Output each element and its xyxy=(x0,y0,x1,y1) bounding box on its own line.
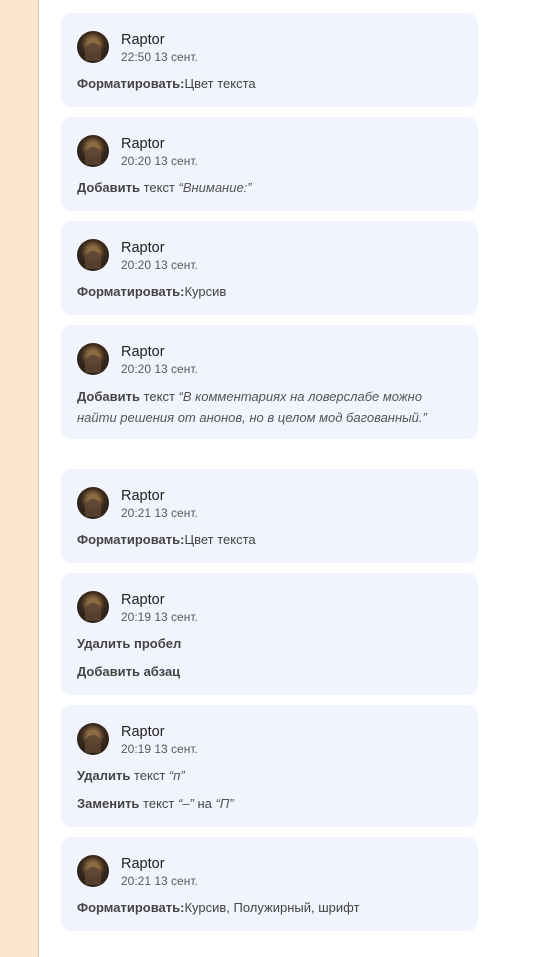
change-line: Добавить текст “Внимание:” xyxy=(77,178,462,198)
change-action: Удалить xyxy=(77,768,131,783)
change-action: Форматировать: xyxy=(77,532,185,547)
revision-card[interactable]: Raptor 20:21 13 сент. Форматировать:Цвет… xyxy=(61,469,478,563)
avatar xyxy=(77,723,109,755)
timestamp: 20:20 13 сент. xyxy=(121,258,198,272)
timestamp: 20:21 13 сент. xyxy=(121,506,198,520)
change-detail: Курсив xyxy=(184,284,227,299)
left-sidebar-strip xyxy=(0,0,39,957)
author-name: Raptor xyxy=(121,32,165,48)
change-action: Форматировать: xyxy=(77,76,185,91)
change-action: Форматировать: xyxy=(77,284,185,299)
author-name: Raptor xyxy=(121,488,165,504)
author-name: Raptor xyxy=(121,136,165,152)
change-action: Заменить xyxy=(77,796,140,811)
change-text-word: текст xyxy=(130,768,169,783)
timestamp: 20:21 13 сент. xyxy=(121,874,198,888)
change-text-word: текст xyxy=(139,389,179,404)
change-text-word: текст xyxy=(139,796,178,811)
change-line: Форматировать:Курсив xyxy=(77,282,462,302)
revision-card[interactable]: Raptor 20:19 13 сент. Удалить пробел Доб… xyxy=(61,573,478,695)
author-name: Raptor xyxy=(121,856,165,872)
change-line: Добавить текст “В комментариях на ловерс… xyxy=(77,386,462,428)
revision-card[interactable]: Raptor 20:19 13 сент. Удалить текст “п” … xyxy=(61,705,478,827)
avatar xyxy=(77,591,109,623)
author-name: Raptor xyxy=(121,344,165,360)
change-line: Удалить пробел xyxy=(77,634,462,654)
change-action: Добавить xyxy=(77,180,140,195)
change-line: Форматировать:Цвет текста xyxy=(77,530,462,550)
change-line: Добавить абзац xyxy=(77,662,462,682)
avatar xyxy=(77,855,109,887)
change-line: Форматировать:Цвет текста xyxy=(77,74,462,94)
change-line: Форматировать:Курсив, Полужирный, шрифт xyxy=(77,898,462,918)
change-connector: на xyxy=(193,796,216,811)
timestamp: 20:19 13 сент. xyxy=(121,742,198,756)
revision-card[interactable]: Raptor 20:20 13 сент. Добавить текст “В … xyxy=(61,325,478,439)
change-action: Удалить пробел xyxy=(77,636,182,651)
change-detail: Цвет текста xyxy=(184,532,256,547)
change-quote: “П” xyxy=(215,796,234,811)
timestamp: 22:50 13 сент. xyxy=(121,50,198,64)
author-name: Raptor xyxy=(121,592,165,608)
change-line: Заменить текст “–” на “П” xyxy=(77,794,462,814)
timestamp: 20:20 13 сент. xyxy=(121,154,198,168)
change-action: Добавить абзац xyxy=(77,664,181,679)
avatar xyxy=(77,135,109,167)
avatar xyxy=(77,239,109,271)
change-quote: “п” xyxy=(168,768,185,783)
author-name: Raptor xyxy=(121,724,165,740)
change-action: Форматировать: xyxy=(77,900,185,915)
change-line: Удалить текст “п” xyxy=(77,766,462,786)
revision-card[interactable]: Raptor 20:21 13 сент. Форматировать:Курс… xyxy=(61,837,478,931)
change-quote: “Внимание:” xyxy=(178,180,252,195)
timestamp: 20:19 13 сент. xyxy=(121,610,198,624)
avatar xyxy=(77,31,109,63)
avatar xyxy=(77,343,109,375)
change-quote: “–” xyxy=(178,796,194,811)
timestamp: 20:20 13 сент. xyxy=(121,362,198,376)
revision-card[interactable]: Raptor 20:20 13 сент. Добавить текст “Вн… xyxy=(61,117,478,211)
revision-card[interactable]: Raptor 20:20 13 сент. Форматировать:Курс… xyxy=(61,221,478,315)
avatar xyxy=(77,487,109,519)
change-detail: Курсив, Полужирный, шрифт xyxy=(184,900,360,915)
change-action: Добавить xyxy=(77,389,140,404)
revision-card[interactable]: Raptor 22:50 13 сент. Форматировать:Цвет… xyxy=(61,13,478,107)
change-text-word: текст xyxy=(139,180,179,195)
author-name: Raptor xyxy=(121,240,165,256)
change-detail: Цвет текста xyxy=(184,76,256,91)
